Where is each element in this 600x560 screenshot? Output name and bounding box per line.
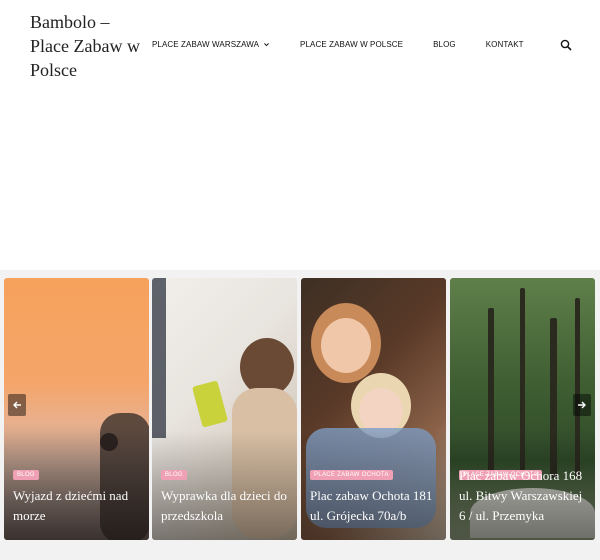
nav-item-label: KONTAKT <box>485 40 524 49</box>
arrow-right-icon <box>578 401 586 409</box>
slider-next-button[interactable] <box>573 394 591 416</box>
post-category-badge[interactable]: PLACE ZABAW OCHOTA <box>310 470 393 480</box>
search-icon[interactable] <box>560 39 572 51</box>
post-title[interactable]: Plac zabaw Ochota 181 ul. Grójecka 70a/b <box>310 486 440 526</box>
post-category-badge[interactable]: BLOG <box>13 470 39 480</box>
girl-face <box>321 318 371 373</box>
nav-item-label: PLACE ZABAW W POLSCE <box>300 40 404 49</box>
main-nav: PLACE ZABAW WARSZAWA PLACE ZABAW W POLSC… <box>152 40 554 49</box>
nav-item-label: BLOG <box>433 40 456 49</box>
slider-prev-button[interactable] <box>8 394 26 416</box>
post-card-wyprawka[interactable]: BLOG Wyprawka dla dzieci do przedszkola <box>152 278 297 540</box>
nav-item-blog[interactable]: BLOG <box>433 40 456 49</box>
nav-item-kontakt[interactable]: KONTAKT <box>486 40 524 49</box>
arrow-left-icon <box>13 401 21 409</box>
post-category-badge[interactable]: BLOG <box>161 470 187 480</box>
post-title[interactable]: Wyprawka dla dzieci do przedszkola <box>161 486 291 526</box>
nav-item-place-zabaw-w-polsce[interactable]: PLACE ZABAW W POLSCE <box>300 40 403 49</box>
shelf-image <box>152 278 166 438</box>
nav-item-label: PLACE ZABAW WARSZAWA <box>152 40 260 49</box>
chevron-down-icon <box>264 43 269 47</box>
book-image <box>192 380 228 428</box>
post-title[interactable]: Wyjazd z dziećmi nad morze <box>13 486 143 526</box>
nav-item-place-zabaw-warszawa[interactable]: PLACE ZABAW WARSZAWA <box>152 40 270 49</box>
post-title[interactable]: Plac zabaw Ochora 168 ul. Bitwy Warszaws… <box>459 466 589 526</box>
post-card-plac-zabaw-ochota-181[interactable]: PLACE ZABAW OCHOTA Plac zabaw Ochota 181… <box>301 278 446 540</box>
site-title[interactable]: Bambolo – Place Zabaw w Polsce <box>30 10 150 82</box>
